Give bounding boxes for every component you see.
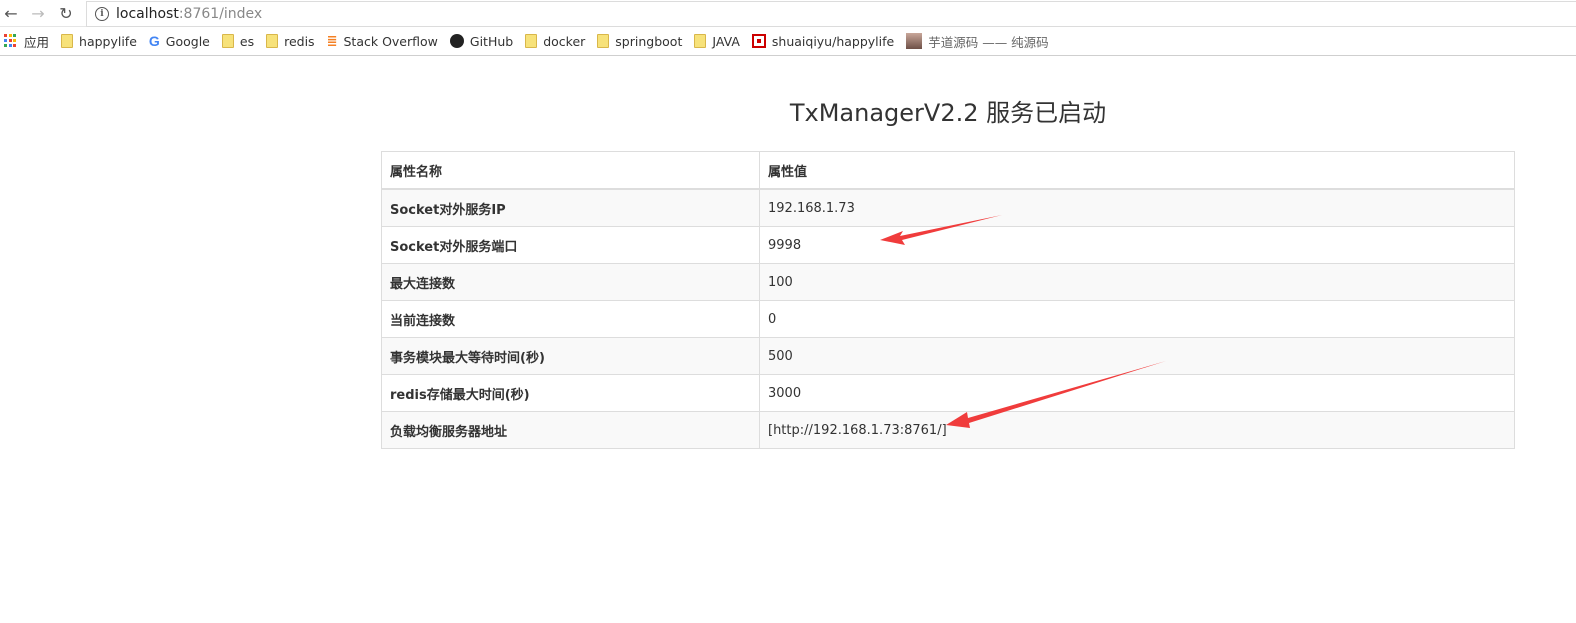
property-value: 9998 (759, 226, 1515, 264)
bookmark-label: happylife (79, 33, 137, 49)
bookmark-label: redis (284, 33, 315, 49)
folder-icon (597, 34, 610, 48)
property-name: 事务模块最大等待时间(秒) (381, 337, 760, 375)
property-value: 192.168.1.73 (759, 188, 1515, 227)
table-header-row: 属性名称 属性值 (381, 151, 1515, 190)
property-value: 500 (759, 337, 1515, 375)
bookmark-stackoverflow[interactable]: ≣ Stack Overflow (327, 34, 438, 49)
folder-icon (266, 34, 279, 48)
folder-icon (221, 34, 234, 48)
table-row: Socket对外服务IP 192.168.1.73 (381, 188, 1515, 227)
table-row: redis存储最大时间(秒) 3000 (381, 374, 1515, 412)
table-row: 当前连接数 0 (381, 300, 1515, 338)
property-name: redis存储最大时间(秒) (381, 374, 760, 412)
bookmark-label: docker (543, 33, 586, 49)
github-icon (449, 34, 464, 48)
table-row: 最大连接数 100 (381, 263, 1515, 301)
folder-icon (525, 34, 538, 48)
browser-toolbar: ← → ↻ i localhost:8761/index (0, 0, 1576, 27)
bookmark-docker[interactable]: docker (525, 34, 585, 49)
bookmark-yudao[interactable]: 芋道源码 —— 纯源码 (906, 32, 1049, 51)
property-value: 100 (759, 263, 1515, 301)
forward-button[interactable]: → (28, 3, 48, 23)
table-row: Socket对外服务端口 9998 (381, 226, 1515, 264)
back-button[interactable]: ← (1, 3, 21, 23)
bookmark-es[interactable]: es (221, 33, 255, 49)
info-icon[interactable]: i (95, 7, 109, 21)
bookmark-java[interactable]: JAVA (694, 34, 740, 49)
cnblogs-icon (751, 34, 766, 48)
bookmark-redis[interactable]: redis (266, 33, 315, 49)
bookmarks-bar: 应用 happylife G Google es redis ≣ Stack O… (0, 27, 1576, 56)
stackoverflow-icon: ≣ (326, 33, 338, 49)
property-value: [http://192.168.1.73:8761/] (759, 411, 1515, 449)
folder-icon (694, 34, 707, 48)
url-path: :8761/index (178, 6, 263, 22)
bookmark-github[interactable]: GitHub (449, 33, 514, 49)
bookmark-label: es (239, 33, 255, 49)
bookmark-label: Stack Overflow (343, 33, 438, 49)
property-value: 3000 (759, 374, 1515, 412)
folder-icon (61, 34, 74, 48)
property-name: 最大连接数 (381, 263, 760, 301)
bookmark-springboot[interactable]: springboot (597, 34, 682, 49)
bookmark-apps[interactable]: 应用 (4, 32, 49, 51)
bookmark-happylife[interactable]: happylife (61, 34, 137, 49)
table-row: 事务模块最大等待时间(秒) 500 (381, 337, 1515, 375)
bookmark-label: Google (165, 33, 210, 49)
bookmark-label: shuaiqiyu/happylife (771, 33, 895, 49)
property-name: Socket对外服务端口 (381, 226, 760, 264)
url-host: localhost (116, 6, 179, 22)
avatar-icon (906, 33, 923, 49)
property-name: 当前连接数 (381, 300, 760, 338)
header-property-name: 属性名称 (381, 151, 760, 190)
property-value: 0 (759, 300, 1515, 338)
bookmark-label: springboot (615, 33, 683, 49)
table-row: 负载均衡服务器地址 [http://192.168.1.73:8761/] (381, 411, 1515, 449)
reload-button[interactable]: ↻ (56, 3, 76, 23)
page-title: TxManagerV2.2 服务已启动 (789, 99, 1107, 127)
property-name: 负载均衡服务器地址 (381, 411, 760, 449)
bookmark-google[interactable]: G Google (149, 33, 210, 49)
bookmark-label: 芋道源码 —— 纯源码 (928, 34, 1049, 50)
bookmark-cnblogs[interactable]: shuaiqiyu/happylife (751, 33, 895, 49)
header-property-value: 属性值 (759, 151, 1515, 190)
address-bar[interactable]: i localhost:8761/index (86, 1, 1576, 27)
bookmark-label: JAVA (712, 33, 740, 49)
google-icon: G (148, 33, 160, 49)
apps-icon (4, 34, 18, 48)
property-name: Socket对外服务IP (381, 188, 760, 227)
bookmark-label: GitHub (469, 33, 514, 49)
bookmark-label: 应用 (24, 34, 50, 50)
properties-table: 属性名称 属性值 Socket对外服务IP 192.168.1.73 Socke… (381, 151, 1515, 449)
